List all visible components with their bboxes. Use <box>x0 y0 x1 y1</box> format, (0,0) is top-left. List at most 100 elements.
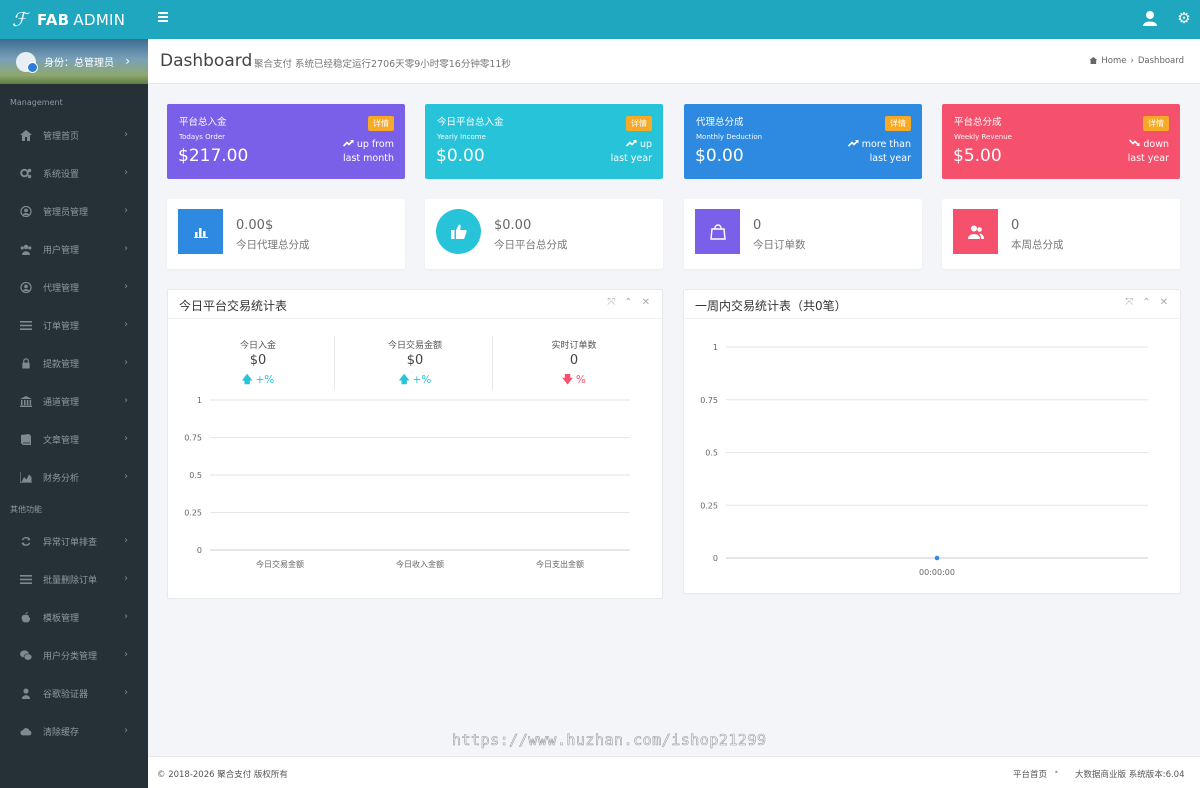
chevron-right-icon: › <box>124 433 128 444</box>
sidebar-section-other: 其他功能 <box>10 505 42 514</box>
stat-value: $0.00 <box>436 146 485 166</box>
sidebar-item-label: 文章管理 <box>43 435 80 446</box>
details-button[interactable]: 详情 <box>368 116 394 131</box>
user-icon[interactable] <box>1142 10 1158 26</box>
sidebar-item-label: 用户管理 <box>43 245 80 256</box>
version-text: 大数据商业版 系统版本:6.04 <box>1075 770 1185 780</box>
stat-title: 今日平台总入金 <box>437 117 504 128</box>
stat-trend: more than last year <box>847 138 911 166</box>
user-role: 身份：总管理员 <box>44 58 114 69</box>
chevron-right-icon: › <box>124 281 128 292</box>
avatar <box>16 51 38 73</box>
chevron-right-icon: › <box>124 573 128 584</box>
sidebar-item[interactable]: 管理员管理 › <box>0 192 148 230</box>
user-circle-icon <box>20 281 32 293</box>
details-button[interactable]: 详情 <box>626 116 652 131</box>
sidebar-item[interactable]: 系统设置 › <box>0 154 148 192</box>
sidebar-item[interactable]: 提款管理 › <box>0 344 148 382</box>
sidebar-item[interactable]: 通道管理 › <box>0 382 148 420</box>
info-box: 0 本周总分成 <box>942 199 1180 269</box>
info-label: 今日平台总分成 <box>494 239 568 251</box>
close-icon[interactable]: ✕ <box>642 297 650 308</box>
sidebar-item[interactable]: 模板管理 › <box>0 598 148 636</box>
info-label: 今日订单数 <box>753 239 806 251</box>
sidebar-item[interactable]: 管理首页 › <box>0 116 148 154</box>
kpi-today-volume: 今日交易金额 $0 🡅 +% <box>387 341 442 386</box>
y-tick-label: 0 <box>713 554 718 563</box>
chevron-right-icon: › <box>124 167 128 178</box>
list-icon <box>20 320 32 331</box>
sidebar-item[interactable]: 清除缓存 › <box>0 712 148 750</box>
sidebar-item[interactable]: 财务分析 › <box>0 458 148 496</box>
y-tick-label: 0.25 <box>184 509 202 518</box>
hamburger-icon[interactable] <box>158 12 168 22</box>
sidebar-user-panel[interactable]: 身份：总管理员 › <box>0 39 148 84</box>
close-icon[interactable]: ✕ <box>1160 297 1168 308</box>
book-icon <box>20 433 32 445</box>
week-line-chart: 0 0.25 0.5 0.75 1 00:00:00 <box>700 343 1148 577</box>
stat-value: $0.00 <box>695 146 744 166</box>
expand-icon[interactable]: ⤧ <box>607 297 615 308</box>
sidebar-item-label: 用户分类管理 <box>43 651 98 662</box>
expand-icon[interactable]: ⤧ <box>1125 297 1133 308</box>
gear-icon[interactable]: ⚙ <box>1176 10 1192 26</box>
breadcrumb-current: Dashboard <box>1137 56 1184 66</box>
sidebar-item[interactable]: 异常订单排查 › <box>0 522 148 560</box>
sidebar-item-label: 模板管理 <box>43 613 80 624</box>
info-value: $0.00 <box>494 218 532 233</box>
panel-header: 今日平台交易统计表 ⤧ ⌃ ✕ <box>168 290 662 319</box>
thumbs-up-icon <box>436 209 481 254</box>
sidebar-item-label: 系统设置 <box>43 169 80 180</box>
sidebar-item[interactable]: 批量删除订单 › <box>0 560 148 598</box>
app-logo[interactable]: ℱ FAB ADMIN <box>0 0 148 39</box>
sidebar-item-label: 代理管理 <box>43 283 80 294</box>
sidebar-item[interactable]: 文章管理 › <box>0 420 148 458</box>
stat-subtitle: Yearly Income <box>437 133 486 141</box>
sidebar-item-label: 异常订单排查 <box>43 537 98 548</box>
lock-icon <box>20 357 32 369</box>
sidebar-item-label: 订单管理 <box>43 321 80 332</box>
arrow-up-icon: 🡅 <box>241 374 253 386</box>
bank-icon <box>20 395 32 407</box>
page-title: Dashboard <box>160 51 253 71</box>
kpi-today-deposit: 今日入金 $0 🡅 +% <box>239 341 276 386</box>
chevron-right-icon: › <box>124 205 128 216</box>
sidebar-item[interactable]: 用户管理 › <box>0 230 148 268</box>
y-tick-label: 0.75 <box>184 434 202 443</box>
sidebar-item[interactable]: 用户分类管理 › <box>0 636 148 674</box>
page-header: Dashboard 聚合支付 系统已经稳定运行2706天零9小时零16分钟零11… <box>148 39 1200 84</box>
stat-subtitle: Monthly Deduction <box>696 133 763 141</box>
y-tick-label: 0.25 <box>700 501 718 510</box>
sidebar-item[interactable]: 代理管理 › <box>0 268 148 306</box>
chevron-right-icon: › <box>124 471 128 482</box>
sidebar-item-label: 管理首页 <box>43 131 80 142</box>
sidebar-item[interactable]: 谷歌验证器 › <box>0 674 148 712</box>
chevron-right-icon: › <box>124 357 128 368</box>
user-icon <box>20 687 32 699</box>
trend-up-icon <box>342 139 354 147</box>
details-button[interactable]: 详情 <box>1143 116 1169 131</box>
info-box: $0.00 今日平台总分成 <box>425 199 663 269</box>
stat-trend: down last year <box>1127 139 1169 164</box>
logo-mark-icon: ℱ <box>12 8 27 31</box>
info-box: 0.00$ 今日代理总分成 <box>167 199 405 269</box>
chevron-right-icon: › <box>124 725 128 736</box>
footer-link-home[interactable]: 平台首页 <box>1013 768 1047 780</box>
breadcrumb-home[interactable]: Home <box>1101 56 1126 66</box>
panel-title: 今日平台交易统计表 <box>179 299 288 313</box>
y-tick-label: 0.5 <box>189 471 202 480</box>
stat-trend: up from last month <box>342 139 394 164</box>
sidebar-item[interactable]: 订单管理 › <box>0 306 148 344</box>
chevron-right-icon: › <box>124 535 128 546</box>
data-point <box>934 555 940 561</box>
stat-title: 平台总入金 <box>179 117 227 128</box>
user-circle-icon <box>20 205 32 217</box>
stat-subtitle: Weekly Revenue <box>954 133 1012 141</box>
details-button[interactable]: 详情 <box>885 116 911 131</box>
sidebar-item-label: 批量删除订单 <box>43 575 98 586</box>
collapse-icon[interactable]: ⌃ <box>1142 297 1150 308</box>
shopping-bag-icon <box>695 209 740 254</box>
arrow-up-icon: 🡅 <box>398 374 410 386</box>
watermark-text: https://www.huzhan.com/ishop21299 <box>452 731 767 750</box>
collapse-icon[interactable]: ⌃ <box>624 297 632 308</box>
